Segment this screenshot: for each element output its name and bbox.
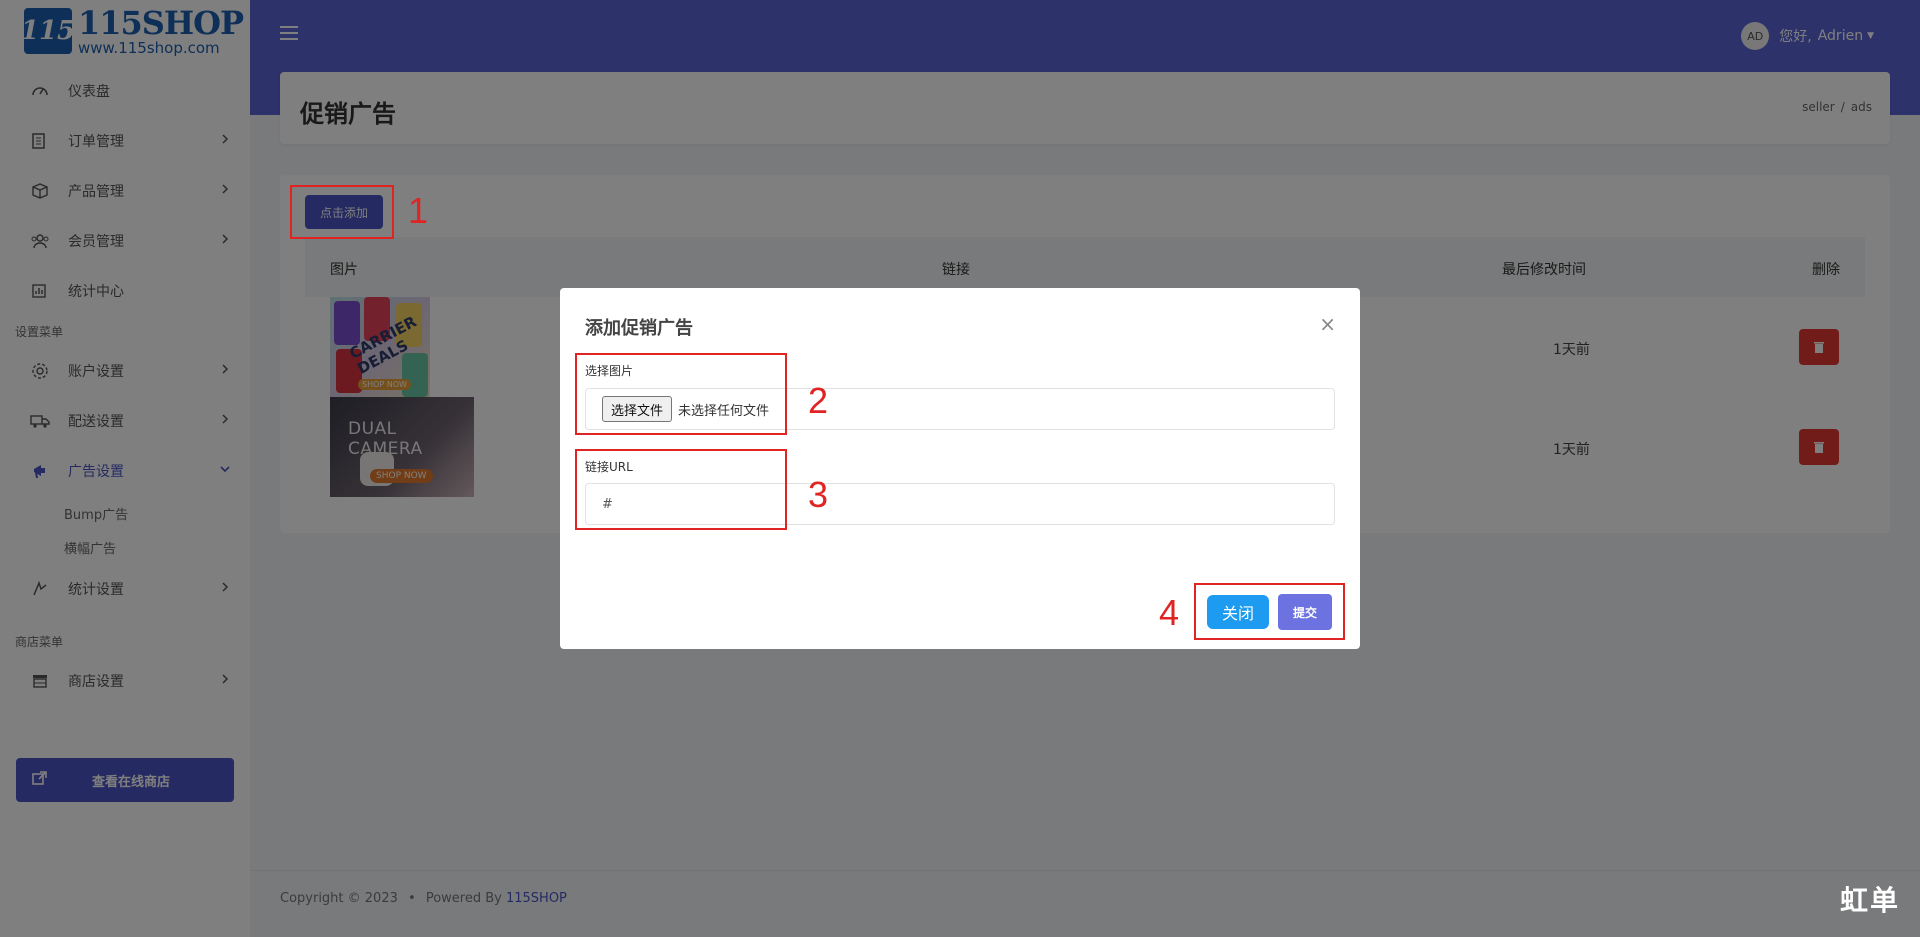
annotation-box-2 [575, 353, 787, 435]
annotation-box-4 [1194, 583, 1345, 640]
close-icon[interactable]: × [1319, 314, 1336, 334]
annotation-number-2: 2 [808, 380, 829, 421]
annotation-number-1: 1 [408, 190, 429, 231]
annotation-number-3: 3 [808, 474, 829, 515]
annotation-number-4: 4 [1159, 592, 1180, 633]
modal-title: 添加促销广告 [585, 318, 693, 339]
annotation-box-1 [290, 185, 394, 239]
annotation-box-3 [575, 449, 787, 530]
watermark: 虹单 [1839, 884, 1900, 917]
